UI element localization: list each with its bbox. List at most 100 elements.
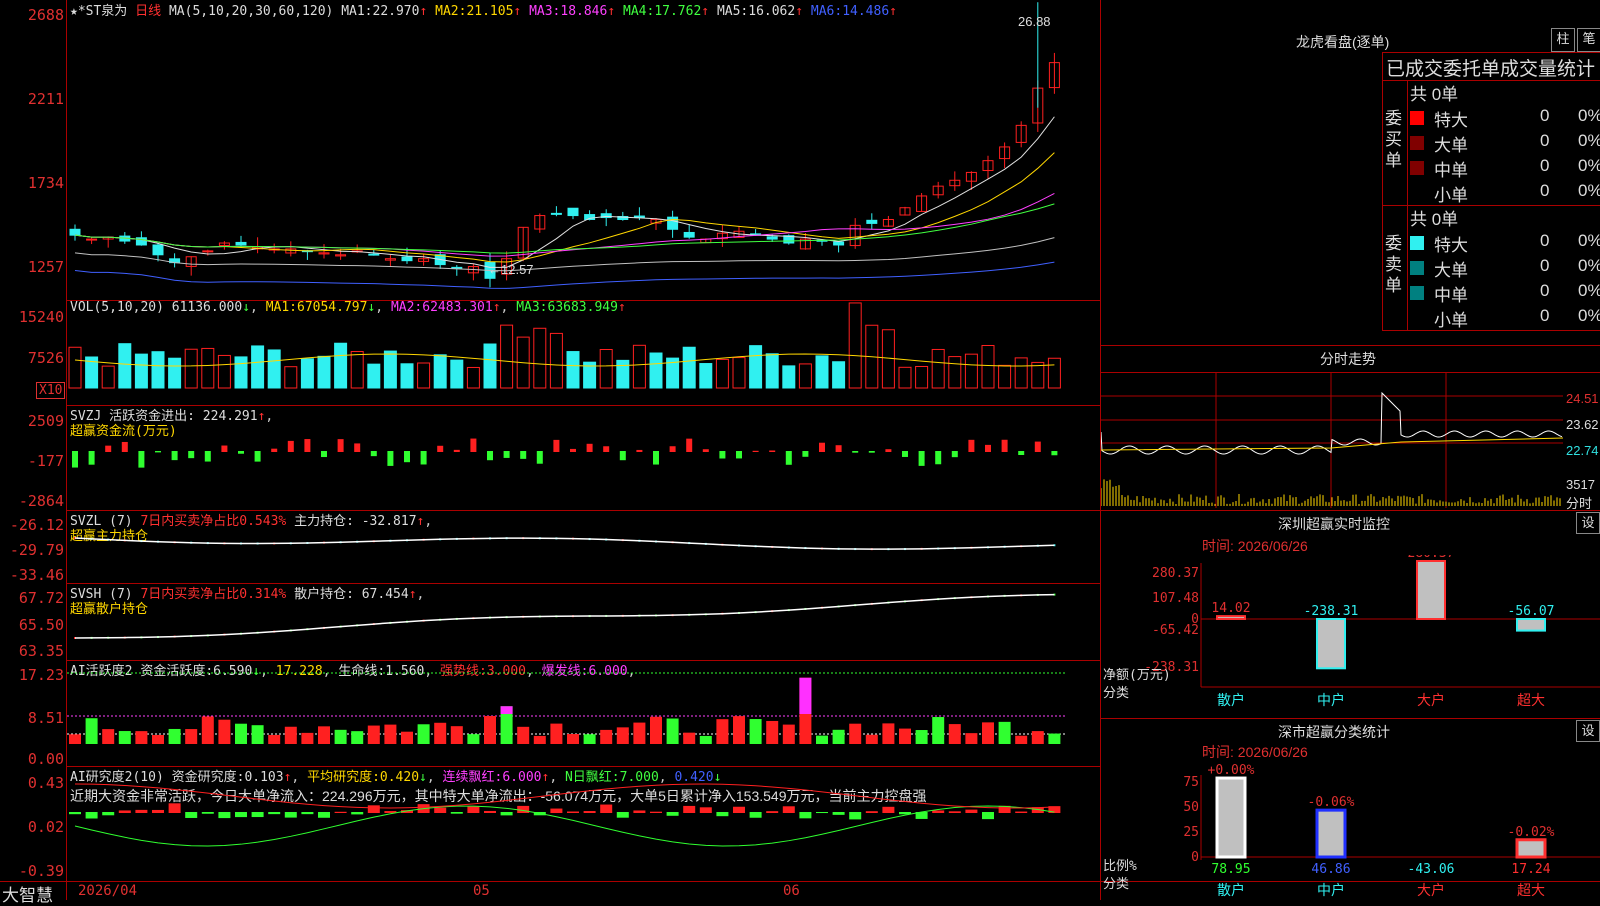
monitor-bar-value: 280.37 — [1408, 555, 1455, 561]
fund-flow-bar — [287, 440, 294, 452]
category-change: -0.06% — [1308, 795, 1355, 810]
research-bar — [102, 812, 115, 816]
research-bar — [284, 812, 297, 818]
ai2-ylabel-1: 0.02 — [27, 818, 64, 836]
candle-body — [202, 250, 214, 253]
fund-flow-bar — [935, 451, 942, 465]
main-holding-chart[interactable] — [67, 510, 1100, 583]
research-bar — [152, 809, 164, 813]
volume-bar — [1014, 357, 1028, 389]
category-settings-button[interactable]: 设 — [1576, 720, 1600, 742]
activity-bar — [733, 716, 745, 744]
fund-flow-chart[interactable] — [67, 405, 1100, 510]
category-value: 78.95 — [1211, 862, 1250, 877]
tick-view-button[interactable]: 笔 — [1577, 28, 1600, 52]
research-bar — [301, 812, 314, 815]
retail-holding-chart[interactable] — [67, 583, 1100, 660]
activity-bar — [467, 734, 480, 744]
activity-bar — [251, 725, 264, 744]
buy-row-name: 中单 — [1434, 161, 1468, 180]
activity-bar — [699, 735, 712, 744]
low-price-label: ←12.57 — [488, 262, 534, 277]
fund-flow-bar — [686, 438, 693, 452]
ratio-bar-chart[interactable]: 75 50 25 0 +0.00% 78.95 散户 -0.06% 46.86 中户 -43.06 大… — [1101, 760, 1600, 900]
activity-bar — [484, 715, 496, 744]
volume-bar — [168, 357, 182, 389]
fund-flow-bar — [586, 443, 593, 452]
fund-flow-bar — [420, 451, 427, 465]
research-bar — [749, 812, 762, 818]
fund-flow-bar — [1001, 439, 1008, 452]
volume-bar — [732, 357, 746, 389]
volume-bar — [549, 332, 563, 389]
volume-chart[interactable] — [67, 300, 1100, 405]
candle-body — [368, 253, 380, 256]
fund-flow-bar — [769, 450, 776, 452]
fund-flow-bar — [188, 451, 195, 459]
activity-bar — [899, 728, 911, 744]
volume-bar — [334, 342, 348, 389]
activity-bar — [616, 727, 629, 744]
monitor-bar-value: 14.02 — [1211, 601, 1250, 616]
sell-swatch — [1410, 236, 1424, 250]
candlestick-chart[interactable] — [67, 0, 1100, 300]
bar-view-button[interactable]: 柱 — [1551, 28, 1575, 52]
monitor-bar-大户 — [1416, 560, 1446, 620]
research-chart[interactable] — [67, 766, 1100, 881]
ma-line-6 — [74, 261, 1055, 289]
category-ylabel: 25 — [1183, 825, 1199, 840]
fund-flow-bar — [902, 451, 908, 457]
fund-flow-bar — [785, 451, 792, 465]
sell-row-count: 0 — [1540, 281, 1550, 300]
main-ylabel-0: 2688 — [27, 6, 64, 24]
research-bar — [168, 803, 181, 813]
svsh-ylabel-1: 65.50 — [18, 616, 64, 634]
research-bar — [367, 805, 380, 813]
sell-row-pct: 0% — [1578, 231, 1600, 250]
research-bar — [1015, 811, 1028, 813]
research-bar — [650, 811, 662, 813]
fund-flow-bar — [835, 445, 842, 452]
fund-flow-bar — [868, 451, 875, 453]
volume-bar — [765, 353, 779, 389]
research-bar — [268, 812, 281, 815]
candle-body — [683, 231, 695, 238]
research-bar — [118, 810, 131, 813]
buy-swatch — [1410, 186, 1424, 200]
volume-bar — [533, 327, 547, 389]
monitor-settings-button[interactable]: 设 — [1576, 512, 1600, 534]
vol-ylabel-0: 15240 — [18, 308, 64, 326]
monitor-time: 时间: 2026/06/26 — [1202, 538, 1308, 554]
buy-swatch — [1410, 161, 1424, 175]
buy-row-pct: 0% — [1578, 131, 1600, 150]
intraday-chart[interactable] — [1101, 372, 1563, 508]
buy-row-3: 小单 0 0% — [1410, 181, 1600, 205]
net-amount-bar-chart[interactable]: 280.37107.480-65.42-238.3114.02散户-238.31… — [1101, 555, 1600, 715]
buy-row-count: 0 — [1540, 106, 1550, 125]
research-bar — [733, 806, 745, 813]
intraday-ylabel-1: 23.62 — [1566, 417, 1599, 432]
activity-bar — [948, 724, 961, 744]
category-bar-散户 — [1215, 776, 1247, 859]
category-ylabel: 75 — [1183, 775, 1199, 790]
volume-bar — [101, 365, 115, 389]
monitor-bar-中户 — [1316, 618, 1346, 670]
fund-flow-bar — [503, 451, 510, 458]
activity-bar — [85, 718, 98, 744]
buy-row-name: 大单 — [1434, 136, 1468, 155]
activity-bar — [384, 724, 397, 744]
volume-bar — [948, 356, 962, 389]
ma-line-1 — [74, 116, 1055, 268]
research-bar — [799, 812, 812, 819]
activity-bar — [168, 728, 181, 744]
candle-body — [567, 207, 579, 217]
buy-swatch — [1410, 136, 1424, 150]
svsh-ylabel-0: 67.72 — [18, 589, 64, 607]
fund-flow-bar — [121, 441, 128, 452]
research-bar — [351, 812, 364, 815]
ai2-ylabel-0: 0.43 — [27, 774, 64, 792]
sell-swatch — [1410, 286, 1424, 300]
activity-chart[interactable] — [67, 660, 1100, 766]
research-bar — [982, 812, 994, 820]
monitor-bar-超大 — [1516, 618, 1546, 632]
